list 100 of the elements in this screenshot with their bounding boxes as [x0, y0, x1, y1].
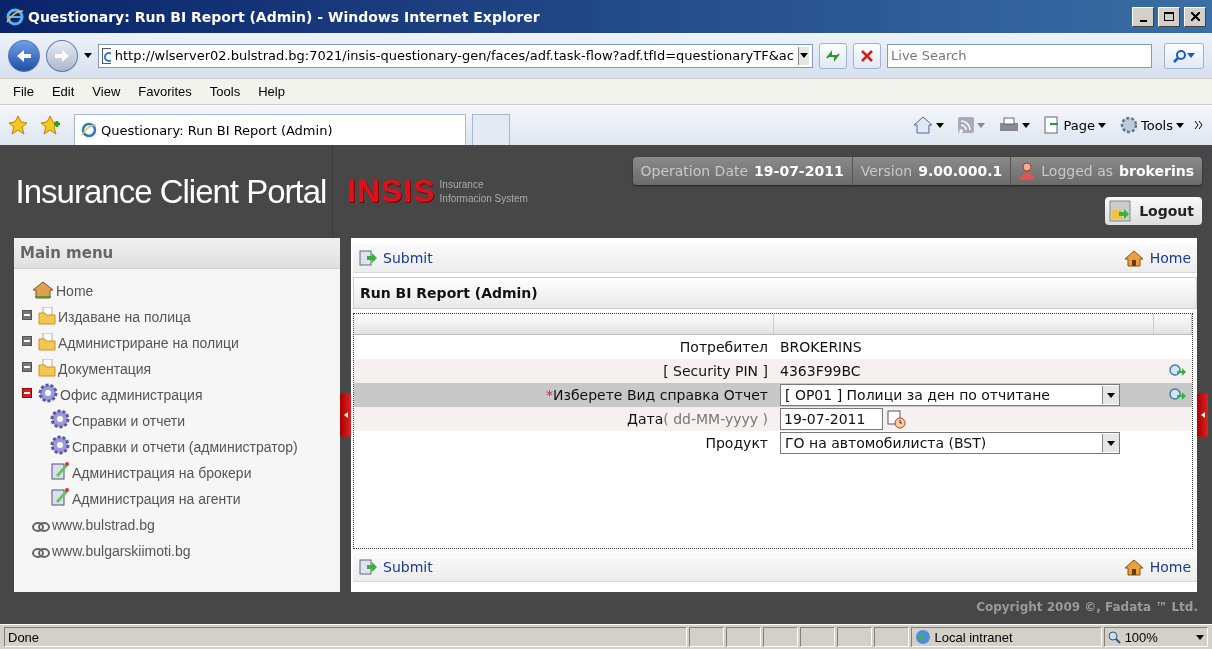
folder-icon — [38, 307, 56, 325]
zoom-icon — [1107, 630, 1121, 644]
field-value: 4363F99BC — [780, 363, 861, 379]
submit-link[interactable]: Submit — [359, 250, 433, 266]
browser-tab[interactable]: Questionary: Run BI Report (Admin) — [74, 114, 466, 145]
zoom-control[interactable]: 100% — [1103, 627, 1208, 647]
collapse-handle[interactable] — [340, 393, 351, 437]
stop-button[interactable] — [853, 42, 882, 69]
submit-link[interactable]: Submit — [359, 559, 433, 575]
home-link[interactable]: Home — [1123, 558, 1191, 576]
caret-icon — [977, 122, 986, 128]
menu-item[interactable]: Help — [251, 82, 292, 101]
maximize-icon — [1164, 12, 1174, 21]
sidebar-title: Main menu — [14, 238, 340, 269]
info-value: 9.00.000.1 — [918, 163, 1003, 179]
search-field[interactable]: Live Search — [887, 43, 1153, 68]
menu-item[interactable]: Администрация на агенти — [72, 491, 241, 507]
expand-toggle[interactable] — [22, 336, 32, 346]
minimize-icon — [1139, 19, 1147, 22]
status-pane — [836, 627, 872, 647]
page-icon — [101, 47, 111, 64]
house-icon — [32, 281, 54, 299]
menu-item[interactable]: View — [85, 82, 128, 101]
dropdown-button[interactable] — [1102, 386, 1119, 404]
calendar-icon[interactable] — [887, 409, 907, 429]
caret-icon — [936, 122, 945, 128]
caret-icon — [1107, 392, 1115, 398]
feed-icon — [958, 117, 975, 133]
menu-item[interactable]: www.bulstrad.bg — [52, 517, 155, 533]
page-title: Run BI Report (Admin) — [353, 277, 1197, 309]
printer-icon — [999, 117, 1020, 133]
copyright: Copyright 2009 ©, Fadata ™ Ltd. — [975, 599, 1199, 616]
field-label: Потребител — [679, 339, 768, 355]
caret-icon — [1097, 122, 1106, 128]
minimize-button[interactable] — [1132, 6, 1154, 27]
refresh-button[interactable] — [819, 42, 848, 69]
menu-item[interactable]: Администрация на брокери — [72, 465, 252, 481]
back-arrow-icon — [15, 48, 32, 63]
folder-icon — [38, 333, 56, 351]
expand-toggle[interactable] — [22, 310, 32, 320]
pencil-note-icon — [50, 461, 70, 481]
lookup-icon[interactable] — [1168, 387, 1186, 403]
menu-item[interactable]: File — [6, 82, 41, 101]
caret-icon — [1107, 440, 1115, 446]
menu-item[interactable]: Edit — [44, 82, 82, 101]
collapse-toggle[interactable] — [22, 388, 32, 398]
dropdown-field[interactable]: [ OP01 ] Полици за ден по отчитане — [780, 384, 1120, 406]
gear-icon — [1119, 116, 1138, 134]
user-icon — [1019, 162, 1036, 180]
dropdown-value: ГО на автомобилиста (BST) — [785, 435, 987, 451]
dropdown-button[interactable] — [1102, 434, 1119, 452]
submit-icon — [359, 559, 377, 575]
forward-button[interactable] — [45, 39, 78, 72]
collapse-handle[interactable] — [1197, 393, 1208, 437]
star-icon[interactable] — [8, 115, 28, 135]
status-pane — [688, 627, 724, 647]
caret-icon — [83, 53, 92, 58]
maximize-button[interactable] — [1158, 6, 1180, 27]
menu-item[interactable]: Справки и отчети — [72, 413, 185, 429]
dropdown-field[interactable]: ГО на автомобилиста (BST) — [780, 432, 1120, 454]
menu-item[interactable]: Home — [56, 283, 94, 299]
date-field[interactable]: 19-07-2011 — [780, 408, 883, 430]
address-text: http://wlserver02.bulstrad.bg:7021/insis-questionary-gen/faces/adf.task-flow?adf.tfId=questionaryTF&ac — [114, 48, 794, 63]
arrow-icon — [1200, 412, 1205, 418]
search-button[interactable] — [1164, 42, 1204, 69]
menu-item[interactable]: www.bulgarskiimoti.bg — [52, 543, 191, 559]
field-label: *Изберете Вид справка Отчет — [546, 387, 768, 403]
back-button[interactable] — [8, 39, 40, 72]
menu-item[interactable]: Офис администрация — [60, 387, 203, 403]
refresh-icon — [825, 48, 842, 63]
address-dropdown-button[interactable] — [797, 46, 810, 65]
menu-item[interactable]: Справки и отчети (администратор) — [72, 439, 298, 455]
menu-item[interactable]: Администриране на полици — [58, 335, 239, 351]
logo: INSIS — [347, 173, 436, 210]
logout-button[interactable]: Logout — [1105, 197, 1202, 225]
expand-toggle[interactable] — [22, 362, 32, 372]
status-pane — [873, 627, 909, 647]
chevron-icon[interactable] — [1194, 120, 1204, 130]
search-icon — [1173, 48, 1188, 63]
menu-item[interactable]: Издаване на полица — [58, 309, 191, 325]
dropdown-value: [ OP01 ] Полици за ден по отчитане — [785, 387, 1050, 403]
home-link[interactable]: Home — [1123, 249, 1191, 267]
gear-icon — [38, 383, 58, 403]
close-button[interactable] — [1184, 6, 1206, 27]
page-menu-button[interactable]: Page — [1040, 116, 1110, 134]
add-favorite-icon[interactable] — [40, 115, 60, 135]
gear-icon — [50, 409, 70, 429]
close-icon — [1190, 12, 1200, 21]
window-title: Questionary: Run BI Report (Admin) - Windows Internet Explorer — [28, 8, 541, 25]
stop-icon — [861, 49, 874, 62]
tools-menu-button[interactable]: Tools — [1115, 116, 1188, 134]
menu-item[interactable]: Tools — [202, 82, 248, 101]
chain-link-icon — [32, 547, 50, 559]
menu-item[interactable]: Документация — [58, 361, 152, 377]
menu-item[interactable]: Favorites — [131, 82, 199, 101]
lookup-icon[interactable] — [1168, 363, 1186, 379]
field-value: BROKERINS — [780, 339, 862, 355]
caret-icon — [1196, 634, 1204, 640]
pencil-note-icon — [50, 487, 70, 507]
address-field[interactable]: http://wlserver02.bulstrad.bg:7021/insis-questionary-gen/faces/adf.task-flow?adf.tfId=questionaryTF&ac — [97, 43, 814, 68]
